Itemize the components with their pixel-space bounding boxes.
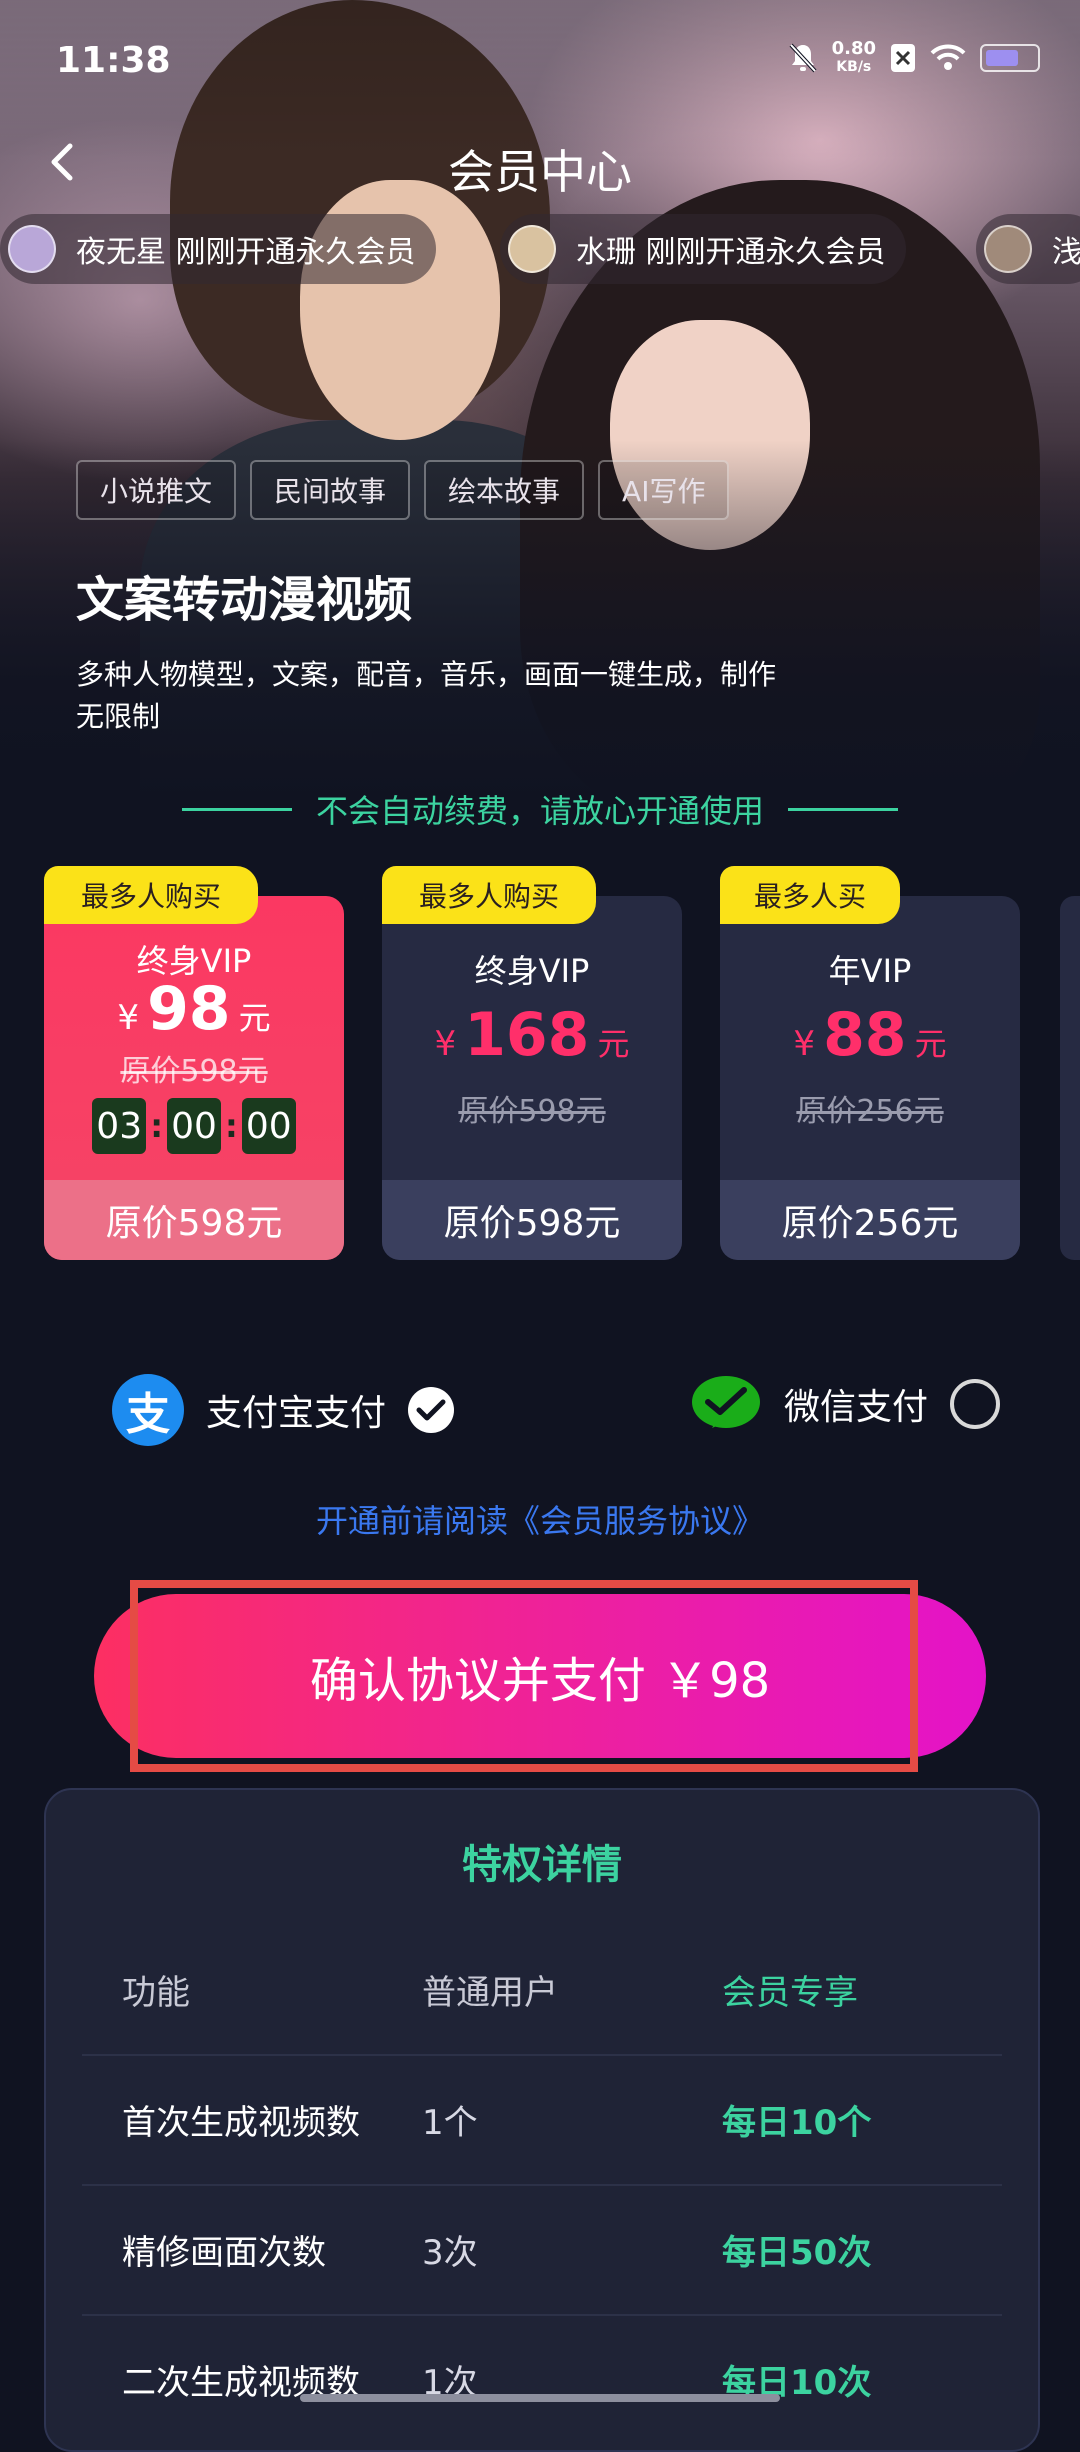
plan-card-yearly-88[interactable]: 年VIP ¥ 88 元 原价256元 原价256元 bbox=[720, 896, 1020, 1260]
nav-bar: 会员中心 bbox=[0, 120, 1080, 204]
price-value: 88 bbox=[823, 1000, 907, 1070]
plan-card-lifetime-168[interactable]: 终身VIP ¥ 168 元 原价598元 原价598元 bbox=[382, 896, 682, 1260]
avatar bbox=[8, 225, 56, 273]
table-row: 二次生成视频数 1次 每日10次 bbox=[82, 2314, 1002, 2444]
tag-ai-writing: AI写作 bbox=[598, 460, 730, 520]
member-value: 每日50次 bbox=[722, 2232, 872, 2273]
ticker-text: 浅 bbox=[1052, 235, 1080, 270]
ticker-text: 刚刚开通永久会员 bbox=[645, 235, 886, 270]
payment-alipay[interactable]: 支 支付宝支付 bbox=[112, 1374, 455, 1446]
tag-folk: 民间故事 bbox=[250, 460, 411, 520]
avatar bbox=[984, 225, 1032, 273]
feature-tags: 小说推文 民间故事 绘本故事 AI写作 bbox=[76, 460, 730, 520]
network-speed: 0.80 KB/s bbox=[832, 40, 876, 76]
column-header-normal: 普通用户 bbox=[422, 1972, 558, 2013]
normal-value: 3次 bbox=[422, 2232, 478, 2273]
original-price: 原价256元 bbox=[796, 1094, 944, 1129]
ticker-item: 浅 bbox=[976, 214, 1080, 284]
price-unit: 元 bbox=[238, 999, 271, 1037]
no-auto-renew-notice: 不会自动续费，请放心开通使用 bbox=[0, 786, 1080, 832]
radio-unchecked-icon[interactable] bbox=[950, 1379, 1001, 1429]
currency: ¥ bbox=[434, 1024, 457, 1064]
price-value: 98 bbox=[147, 974, 231, 1044]
tag-novel: 小说推文 bbox=[76, 460, 237, 520]
divider bbox=[181, 807, 292, 811]
timer-hours: 03 bbox=[92, 1098, 147, 1154]
checkmark-icon[interactable] bbox=[408, 1387, 455, 1433]
status-time: 11:38 bbox=[56, 40, 171, 81]
plan-badge: 最多人买 bbox=[720, 866, 900, 924]
headline: 文案转动漫视频 bbox=[76, 572, 413, 628]
plan-badge: 最多人购买 bbox=[44, 866, 258, 924]
status-icons: 0.80 KB/s bbox=[788, 40, 1040, 76]
plan-badge: 最多人购买 bbox=[382, 866, 596, 924]
normal-value: 1个 bbox=[422, 2102, 478, 2143]
alipay-icon: 支 bbox=[112, 1374, 184, 1446]
purchase-ticker: 夜无星 刚刚开通永久会员 水珊 刚刚开通永久会员 浅 bbox=[0, 214, 1080, 284]
timer-separator: : bbox=[225, 1107, 238, 1145]
wifi-icon bbox=[930, 44, 966, 70]
divider bbox=[788, 807, 898, 811]
agreement-link[interactable]: 开通前请阅读《会员服务协议》 bbox=[0, 1496, 1080, 1542]
feature-name: 精修画面次数 bbox=[122, 2232, 326, 2273]
original-price: 原价598元 bbox=[120, 1054, 268, 1089]
network-speed-unit: KB/s bbox=[836, 59, 872, 75]
ticker-item: 夜无星 刚刚开通永久会员 bbox=[0, 214, 436, 284]
plan-price: ¥ 168 元 bbox=[382, 1000, 682, 1070]
description: 多种人物模型，文案，配音，音乐，画面一键生成，制作无限制 bbox=[76, 658, 777, 733]
network-speed-value: 0.80 bbox=[831, 38, 876, 59]
ticker-text: 刚刚开通永久会员 bbox=[175, 235, 416, 270]
alipay-label: 支付宝支付 bbox=[206, 1393, 387, 1434]
plan-card-partial[interactable] bbox=[1060, 896, 1080, 1260]
timer-separator: : bbox=[150, 1107, 163, 1145]
plan-footer: 原价598元 bbox=[44, 1180, 344, 1260]
wechat-label: 微信支付 bbox=[784, 1387, 929, 1428]
mute-icon bbox=[789, 43, 817, 73]
member-value: 每日10个 bbox=[722, 2102, 872, 2143]
currency: ¥ bbox=[117, 998, 140, 1038]
status-bar: 11:38 0.80 KB/s bbox=[0, 0, 1080, 120]
tag-picture-book: 绘本故事 bbox=[424, 460, 585, 520]
plan-price: ¥ 88 元 bbox=[720, 1000, 1020, 1070]
price-unit: 元 bbox=[914, 1025, 947, 1063]
price-unit: 元 bbox=[597, 1025, 630, 1063]
plan-card-lifetime-98[interactable]: 终身VIP ¥ 98 元 原价598元 03 : 00 : 00 原价598元 bbox=[44, 896, 344, 1260]
ticker-item: 水珊 刚刚开通永久会员 bbox=[500, 214, 906, 284]
home-indicator[interactable] bbox=[300, 2394, 780, 2402]
ticker-user-name: 水珊 bbox=[576, 235, 636, 270]
ticker-user-name: 夜无星 bbox=[76, 235, 166, 270]
wechat-icon bbox=[692, 1376, 760, 1428]
price-value: 168 bbox=[464, 1000, 590, 1070]
plan-name: 年VIP bbox=[828, 952, 912, 990]
privileges-header-row: 功能 普通用户 会员专享 bbox=[82, 1924, 1002, 2056]
timer-seconds: 00 bbox=[241, 1098, 296, 1154]
page-title: 会员中心 bbox=[448, 145, 632, 199]
battery-icon bbox=[980, 44, 1040, 72]
currency: ¥ bbox=[793, 1024, 816, 1064]
plan-footer: 原价256元 bbox=[720, 1180, 1020, 1260]
column-header-member: 会员专享 bbox=[722, 1972, 858, 2013]
countdown-timer: 03 : 00 : 00 bbox=[44, 1098, 344, 1154]
privileges-title: 特权详情 bbox=[462, 1842, 622, 1888]
payment-wechat[interactable]: 微信支付 bbox=[690, 1374, 1001, 1434]
plan-name: 终身VIP bbox=[474, 952, 590, 990]
plan-footer: 原价598元 bbox=[382, 1180, 682, 1260]
highlight-frame bbox=[130, 1580, 918, 1772]
column-header-feature: 功能 bbox=[122, 1972, 190, 2013]
feature-name: 首次生成视频数 bbox=[122, 2102, 360, 2143]
notice-text: 不会自动续费，请放心开通使用 bbox=[315, 792, 764, 830]
close-box-icon bbox=[891, 44, 915, 72]
original-price: 原价598元 bbox=[458, 1094, 606, 1129]
timer-minutes: 00 bbox=[167, 1098, 221, 1154]
table-row: 首次生成视频数 1个 每日10个 bbox=[82, 2054, 1002, 2186]
privileges-panel: 特权详情 功能 普通用户 会员专享 首次生成视频数 1个 每日10个 精修画面次… bbox=[44, 1788, 1040, 2452]
plan-price: ¥ 98 元 bbox=[44, 974, 344, 1044]
avatar bbox=[508, 225, 556, 273]
table-row: 精修画面次数 3次 每日50次 bbox=[82, 2184, 1002, 2316]
